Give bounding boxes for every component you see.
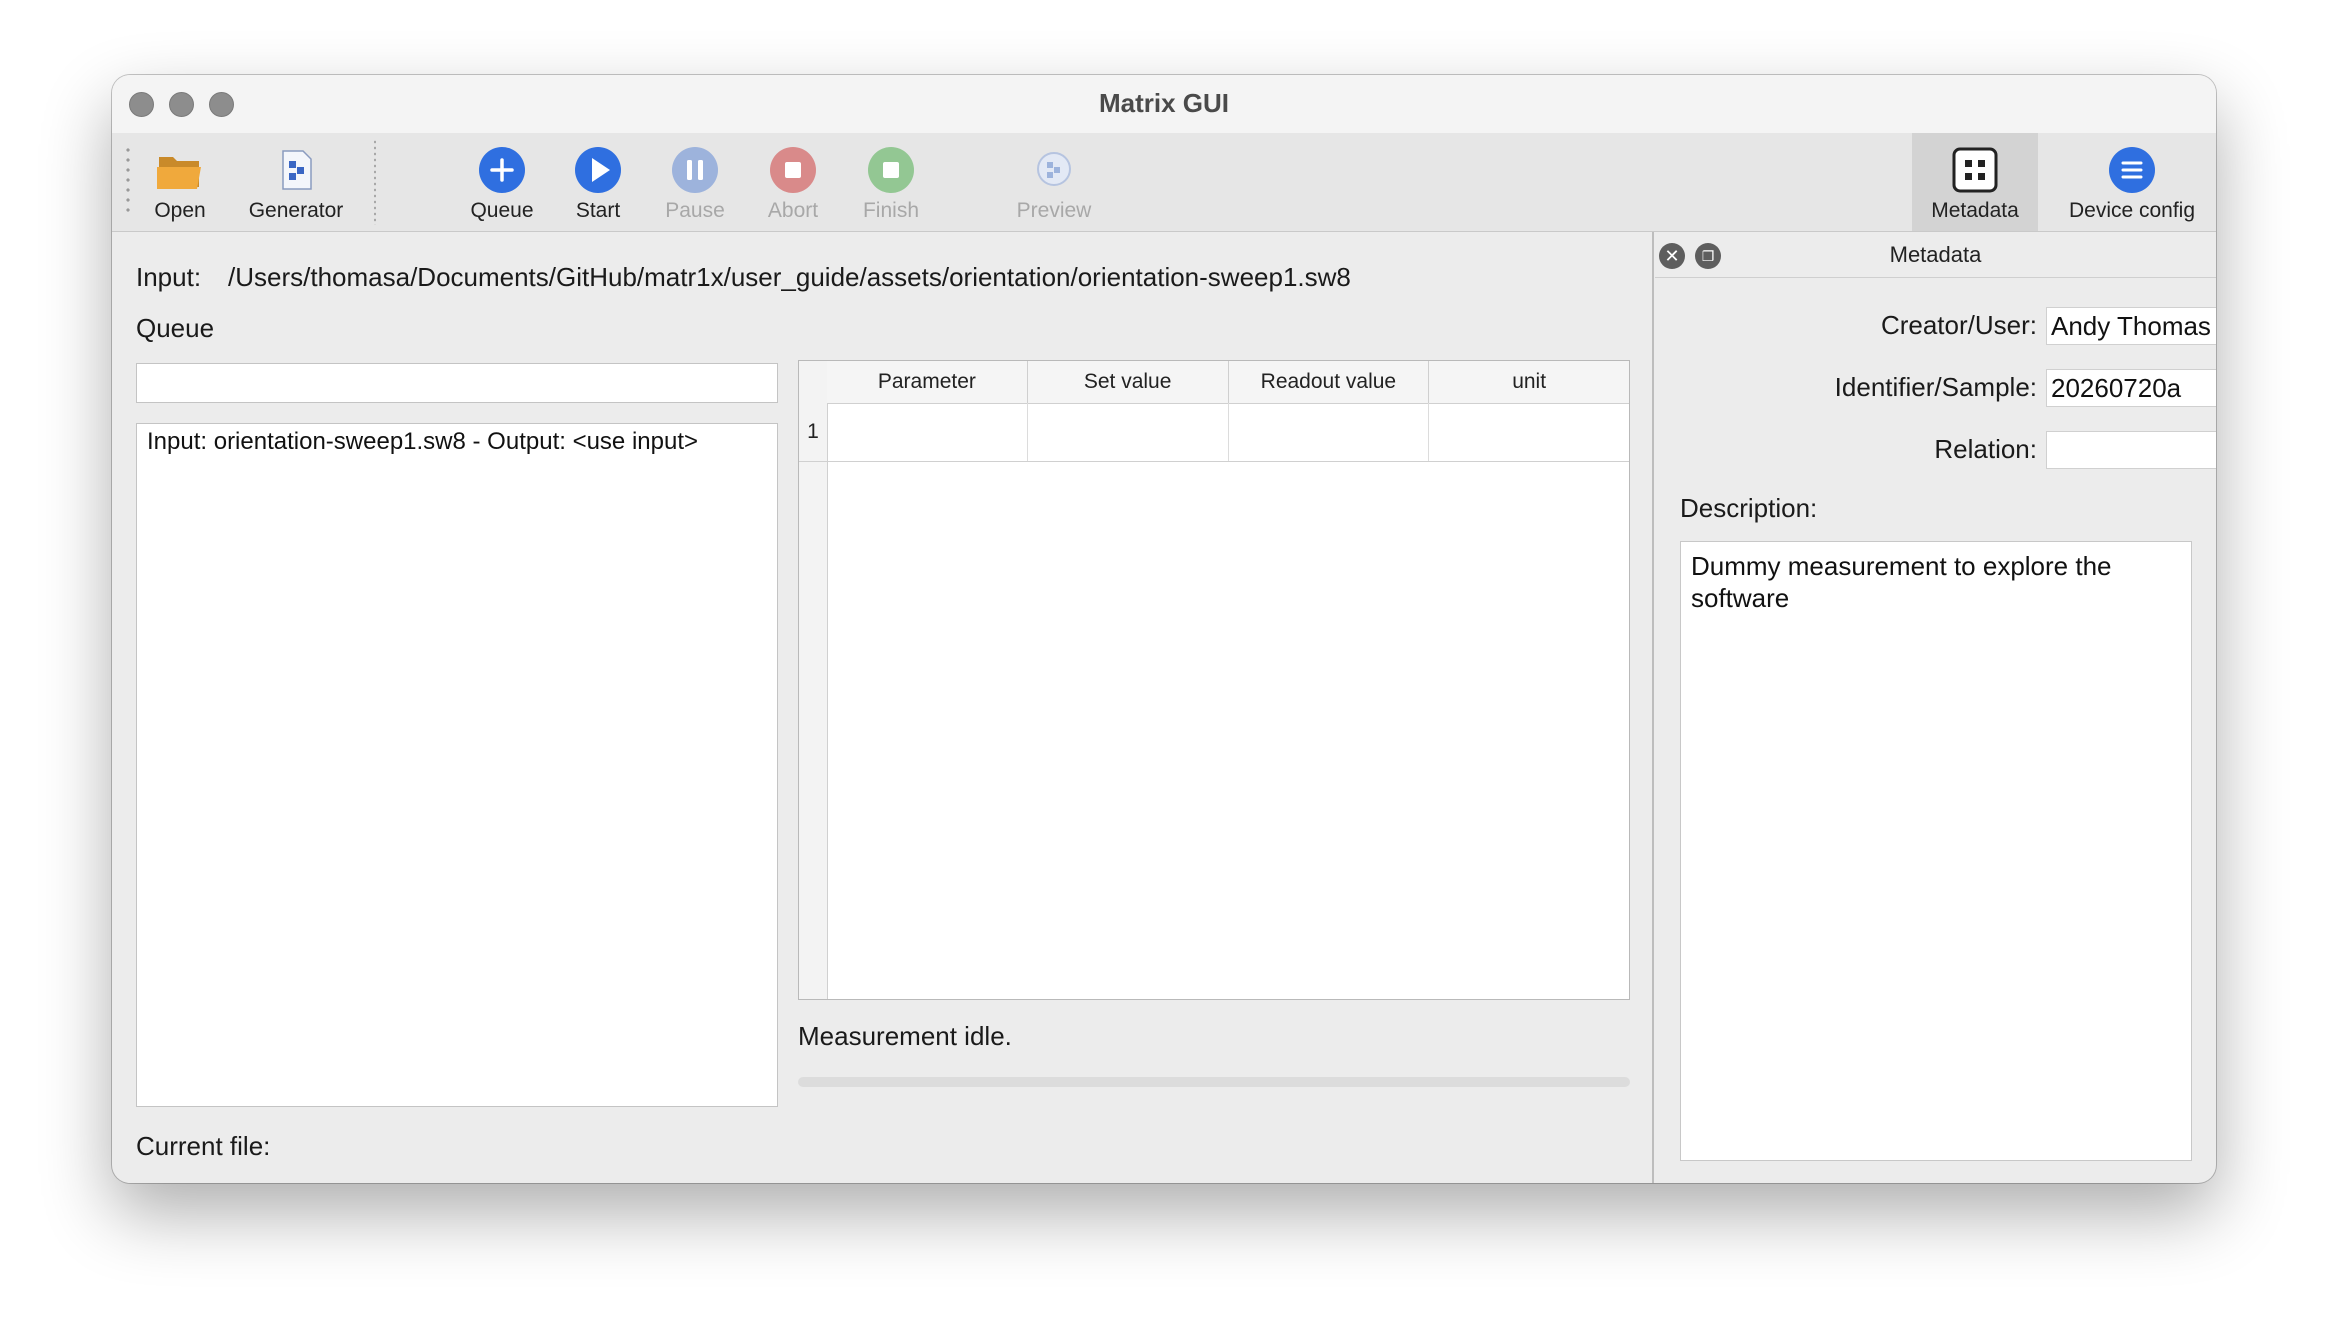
current-file-label: Current file: bbox=[136, 1131, 271, 1161]
add-queue-icon bbox=[477, 145, 527, 195]
panel-splitter[interactable] bbox=[1652, 232, 1654, 1183]
preview-button[interactable]: Preview bbox=[996, 133, 1112, 231]
grid-icon bbox=[1950, 145, 2000, 195]
window-title: Matrix GUI bbox=[1098, 88, 1230, 118]
table-cell-readout-value[interactable] bbox=[1229, 403, 1430, 461]
generator-document-icon bbox=[271, 145, 321, 195]
table-cell-parameter[interactable] bbox=[827, 403, 1028, 461]
queue-filter-input[interactable] bbox=[136, 363, 778, 403]
queue-button[interactable]: Queue bbox=[454, 133, 550, 231]
identifier-field[interactable]: 20260720a bbox=[2046, 369, 2216, 407]
column-header-readout-value[interactable]: Readout value bbox=[1229, 361, 1430, 403]
device-config-button[interactable]: Device config bbox=[2052, 133, 2212, 231]
measurement-status: Measurement idle. bbox=[798, 1021, 1012, 1051]
table-cell-unit[interactable] bbox=[1429, 403, 1629, 461]
pause-button[interactable]: Pause bbox=[647, 133, 743, 231]
queue-list[interactable]: Input: orientation-sweep1.sw8 - Output: … bbox=[136, 423, 778, 1107]
parameter-table[interactable]: Parameter Set value Readout value unit 1 bbox=[798, 360, 1630, 1000]
finish-icon bbox=[866, 145, 916, 195]
toolbar-grip[interactable] bbox=[126, 145, 130, 217]
abort-button[interactable]: Abort bbox=[745, 133, 841, 231]
description-textarea[interactable]: Dummy measurement to explore the softwar… bbox=[1680, 541, 2192, 1161]
metadata-panel-header: ✕ ❐ Metadata bbox=[1655, 235, 2216, 278]
column-header-unit[interactable]: unit bbox=[1429, 361, 1629, 403]
toolbar-separator bbox=[374, 139, 376, 225]
relation-field[interactable] bbox=[2046, 431, 2216, 469]
table-header: Parameter Set value Readout value unit bbox=[827, 361, 1629, 404]
creator-label: Creator/User: bbox=[1880, 310, 2037, 340]
app-window: Matrix GUI Open Generator Queue Start Pa… bbox=[112, 75, 2216, 1183]
identifier-label: Identifier/Sample: bbox=[1834, 372, 2037, 402]
stop-icon bbox=[768, 145, 818, 195]
generator-button[interactable]: Generator bbox=[238, 133, 354, 231]
metadata-toolbar-button[interactable]: Metadata bbox=[1912, 133, 2038, 231]
play-icon bbox=[573, 145, 623, 195]
preview-magnifier-icon bbox=[1029, 145, 1079, 195]
description-label: Description: bbox=[1680, 493, 1818, 523]
list-menu-icon bbox=[2107, 145, 2157, 195]
input-path: /Users/thomasa/Documents/GitHub/matr1x/u… bbox=[228, 262, 1351, 292]
queue-heading: Queue bbox=[136, 313, 215, 343]
column-header-parameter[interactable]: Parameter bbox=[827, 361, 1028, 403]
queue-list-item[interactable]: Input: orientation-sweep1.sw8 - Output: … bbox=[147, 428, 698, 456]
table-row[interactable] bbox=[827, 403, 1629, 462]
table-cell-set-value[interactable] bbox=[1028, 403, 1229, 461]
column-header-set-value[interactable]: Set value bbox=[1028, 361, 1229, 403]
toolbar: Open Generator Queue Start Pause Abort F… bbox=[112, 133, 2216, 232]
start-button[interactable]: Start bbox=[550, 133, 646, 231]
row-header-1[interactable]: 1 bbox=[799, 403, 827, 462]
creator-field[interactable]: Andy Thomas bbox=[2046, 307, 2216, 345]
open-button[interactable]: Open bbox=[132, 133, 228, 231]
title-bar: Matrix GUI bbox=[112, 75, 2216, 134]
finish-button[interactable]: Finish bbox=[843, 133, 939, 231]
relation-label: Relation: bbox=[1934, 434, 2037, 464]
folder-icon bbox=[155, 145, 205, 195]
metadata-panel-title: Metadata bbox=[1889, 242, 1982, 267]
pause-icon bbox=[670, 145, 720, 195]
input-label: Input: bbox=[136, 262, 202, 292]
progress-bar bbox=[798, 1077, 1630, 1087]
